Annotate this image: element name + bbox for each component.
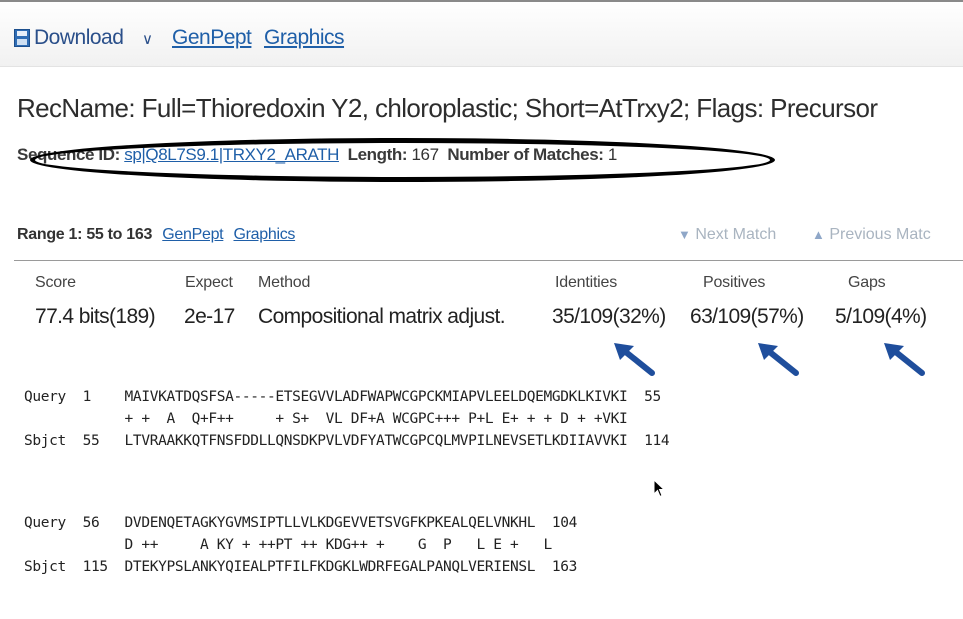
header-positives: Positives [703, 274, 766, 291]
next-match-button[interactable]: ▼ Next Match [678, 226, 776, 244]
arrow-annotation-icon [614, 343, 655, 376]
genpept-link[interactable]: GenPept [172, 26, 252, 50]
header-identities: Identities [555, 274, 618, 291]
download-icon[interactable] [14, 29, 30, 47]
triangle-up-icon: ▲ [812, 227, 825, 242]
range-genpept-link[interactable]: GenPept [162, 226, 223, 243]
alignment-block-2: Query 56 DVDENQETAGKYGVMSIPTLLVLKDGEVVET… [24, 515, 578, 575]
range-header: Range 1: 55 to 163 GenPept Graphics [17, 226, 295, 244]
toolbar: Download ∨ GenPept Graphics [0, 0, 963, 67]
value-identities: 35/109(32%) [552, 305, 666, 328]
highlight-oval [30, 138, 775, 182]
header-expect: Expect [185, 274, 233, 291]
value-method: Compositional matrix adjust. [258, 305, 506, 328]
value-score: 77.4 bits(189) [35, 305, 156, 328]
header-method: Method [258, 274, 311, 291]
record-title: RecName: Full=Thioredoxin Y2, chloroplas… [17, 93, 878, 123]
value-gaps: 5/109(4%) [835, 305, 927, 328]
value-positives: 63/109(57%) [690, 305, 804, 328]
chevron-down-icon[interactable]: ∨ [142, 30, 153, 48]
previous-match-label: Previous Matc [829, 226, 931, 243]
range-label: Range 1: 55 to 163 [17, 226, 153, 243]
range-graphics-link[interactable]: Graphics [233, 226, 295, 243]
value-expect: 2e-17 [184, 305, 235, 328]
graphics-link[interactable]: Graphics [264, 26, 345, 50]
next-match-label: Next Match [695, 226, 777, 243]
header-gaps: Gaps [848, 274, 886, 291]
divider [14, 260, 963, 261]
header-score: Score [35, 274, 76, 291]
triangle-down-icon: ▼ [678, 227, 691, 242]
alignment-block-1: Query 1 MAIVKATDQSFSA-----ETSEGVVLADFWAP… [24, 389, 670, 449]
mouse-cursor-icon [653, 479, 666, 498]
arrow-annotation-icon [758, 343, 799, 376]
download-menu[interactable]: Download [34, 26, 124, 50]
previous-match-button[interactable]: ▲ Previous Matc [812, 226, 931, 244]
arrow-annotation-icon [884, 343, 925, 376]
